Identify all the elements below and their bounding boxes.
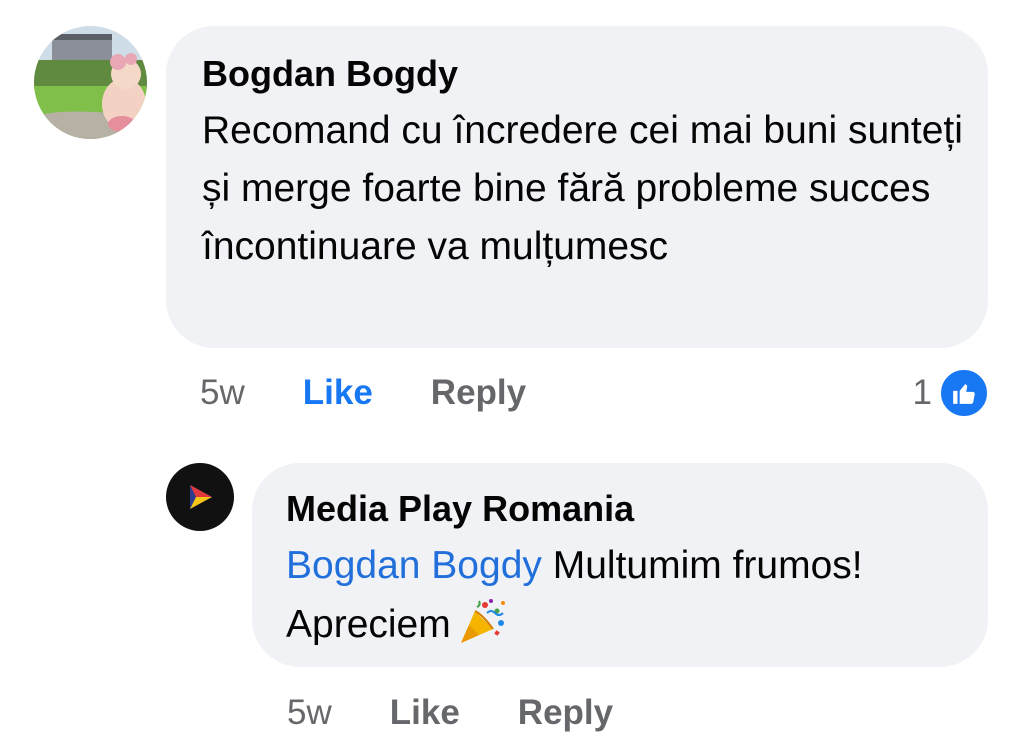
reply-button[interactable]: Reply [431, 366, 526, 420]
reply-like-button[interactable]: Like [390, 686, 460, 740]
comment-text: Recomand cu încredere cei mai buni sunte… [202, 109, 963, 268]
comment-actions: 5w Like Reply [200, 366, 526, 420]
reply-timestamp[interactable]: 5w [287, 686, 332, 740]
reply-author[interactable]: Media Play Romania [286, 487, 968, 531]
reply-actions: 5w Like Reply [287, 686, 613, 740]
reply-reply-button[interactable]: Reply [518, 686, 613, 740]
media-play-logo-icon [190, 485, 212, 509]
reply-text: Bogdan Bogdy Multumim frumos! Apreciem [286, 537, 968, 654]
reaction-count: 1 [912, 373, 932, 412]
party-popper-icon [457, 595, 509, 647]
reply-bubble: Media Play Romania Bogdan Bogdy Multumim… [252, 463, 988, 667]
mention-link[interactable]: Bogdan Bogdy [286, 544, 542, 587]
reaction-summary[interactable]: 1 [913, 366, 990, 420]
comment-bubble: Bogdan Bogdy Recomand cu încredere cei m… [166, 26, 988, 348]
avatar[interactable] [34, 26, 147, 139]
page-avatar[interactable] [166, 463, 234, 531]
comment-author[interactable]: Bogdan Bogdy [202, 52, 968, 96]
like-icon [938, 367, 990, 419]
comment-timestamp[interactable]: 5w [200, 366, 245, 420]
comment-thread: Bogdan Bogdy Recomand cu încredere cei m… [0, 0, 1024, 753]
like-button[interactable]: Like [303, 366, 373, 420]
